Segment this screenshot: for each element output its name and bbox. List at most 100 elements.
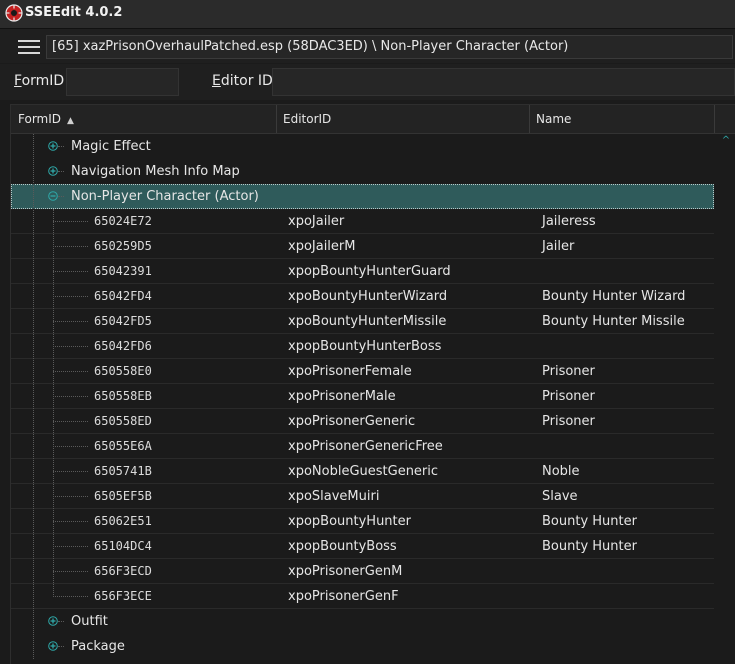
column-header-editorid-label: EditorID bbox=[283, 112, 332, 126]
tree-group-label: Magic Effect bbox=[71, 139, 151, 154]
table-row[interactable]: 656F3ECD xpoPrisonerGenM bbox=[11, 559, 714, 584]
tree-connector bbox=[53, 371, 88, 372]
expand-plus-icon[interactable] bbox=[48, 616, 58, 626]
formid-filter-input[interactable] bbox=[66, 68, 179, 96]
table-row[interactable]: 65024E72 xpoJailer Jaileress bbox=[11, 209, 714, 234]
tree-connector bbox=[53, 421, 88, 422]
record-formid: 65042FD5 bbox=[94, 314, 152, 328]
path-bar: [65] xazPrisonOverhaulPatched.esp (58DAC… bbox=[0, 29, 735, 63]
app-logo-icon bbox=[5, 4, 23, 25]
record-name: Jaileress bbox=[542, 214, 596, 229]
record-name: Jailer bbox=[542, 239, 575, 254]
table-row[interactable]: 65042FD5 xpoBountyHunterMissile Bounty Hun… bbox=[11, 309, 714, 334]
record-name: Prisoner bbox=[542, 364, 595, 379]
record-formid: 65024E72 bbox=[94, 214, 152, 228]
table-row[interactable]: 65062E51 xpopBountyHunter Bounty Hunter bbox=[11, 509, 714, 534]
collapse-minus-icon[interactable] bbox=[48, 191, 58, 201]
tree-connector bbox=[58, 621, 64, 622]
tree-connector bbox=[58, 196, 64, 197]
tree-group-row[interactable]: Navigation Mesh Info Map bbox=[11, 159, 714, 184]
record-name: Bounty Hunter bbox=[542, 539, 637, 554]
record-formid: 65042FD6 bbox=[94, 339, 152, 353]
editorid-filter-label: Editor ID bbox=[212, 73, 273, 89]
record-tree[interactable]: FormID ▲ EditorID Name ^ Magic Effect Navi… bbox=[10, 104, 735, 664]
record-name: Prisoner bbox=[542, 414, 595, 429]
tree-group-row[interactable]: Package bbox=[11, 634, 714, 659]
editorid-label-mnemonic: E bbox=[212, 73, 221, 89]
menu-line bbox=[18, 46, 40, 48]
tree-connector bbox=[53, 521, 88, 522]
tree-connector bbox=[58, 646, 64, 647]
table-row[interactable]: 65055E6A xpoPrisonerGenericFree bbox=[11, 434, 714, 459]
record-name: Noble bbox=[542, 464, 580, 479]
editorid-filter-input[interactable] bbox=[272, 68, 735, 96]
record-editorid: xpoPrisonerFemale bbox=[288, 364, 412, 379]
record-editorid: xpoSlaveMuiri bbox=[288, 489, 380, 504]
tree-connector bbox=[53, 396, 88, 397]
record-formid: 656F3ECE bbox=[94, 589, 152, 603]
tree-group-label: Package bbox=[71, 639, 125, 654]
record-editorid: xpoJailerM bbox=[288, 239, 356, 254]
tree-header: FormID ▲ EditorID Name bbox=[11, 105, 735, 134]
tree-connector bbox=[53, 546, 88, 547]
formid-label-mnemonic: F bbox=[14, 73, 22, 89]
record-formid: 6505741B bbox=[94, 464, 152, 478]
table-row[interactable]: 650558EB xpoPrisonerMale Prisoner bbox=[11, 384, 714, 409]
record-path-box: [65] xazPrisonOverhaulPatched.esp (58DAC… bbox=[46, 35, 733, 59]
table-row[interactable]: 6505741B xpoNobleGuestGeneric Noble bbox=[11, 459, 714, 484]
hamburger-menu-button[interactable] bbox=[18, 40, 40, 56]
record-editorid: xpopBountyHunterBoss bbox=[288, 339, 442, 354]
tree-connector bbox=[58, 171, 64, 172]
record-editorid: xpoBountyHunterMissile bbox=[288, 314, 447, 329]
column-header-name-label: Name bbox=[536, 112, 572, 126]
record-editorid: xpoBountyHunterWizard bbox=[288, 289, 448, 304]
column-header-formid[interactable]: FormID ▲ bbox=[11, 105, 276, 133]
record-path-text: [65] xazPrisonOverhaulPatched.esp (58DAC… bbox=[52, 39, 569, 54]
table-row[interactable]: 65042FD6 xpopBountyHunterBoss bbox=[11, 334, 714, 359]
tree-group-row[interactable]: Magic Effect bbox=[11, 134, 714, 159]
record-formid: 650558E0 bbox=[94, 364, 152, 378]
table-row[interactable]: 65042FD4 xpoBountyHunterWizard Bounty Hunt… bbox=[11, 284, 714, 309]
tree-connector bbox=[53, 246, 88, 247]
tree-connector bbox=[53, 471, 88, 472]
tree-connector bbox=[33, 134, 34, 659]
record-editorid: xpoPrisonerGenF bbox=[288, 589, 399, 604]
expand-plus-icon[interactable] bbox=[48, 166, 58, 176]
table-row[interactable]: 650259D5 xpoJailerM Jailer bbox=[11, 234, 714, 259]
column-header-editorid[interactable]: EditorID bbox=[276, 105, 529, 133]
record-name: Slave bbox=[542, 489, 578, 504]
record-formid: 6505EF5B bbox=[94, 489, 152, 503]
tree-connector bbox=[53, 496, 88, 497]
title-bar: SSEEdit 4.0.2 bbox=[0, 0, 735, 29]
tree-connector bbox=[53, 296, 88, 297]
record-editorid: xpopBountyBoss bbox=[288, 539, 397, 554]
tree-connector bbox=[53, 596, 88, 597]
tree-group-row[interactable]: Non-Player Character (Actor) bbox=[11, 184, 714, 209]
table-row[interactable]: 6505EF5B xpoSlaveMuiri Slave bbox=[11, 484, 714, 509]
table-row[interactable]: 650558E0 xpoPrisonerFemale Prisoner bbox=[11, 359, 714, 384]
column-header-formid-label: FormID bbox=[18, 112, 62, 126]
column-header-extra[interactable] bbox=[714, 105, 735, 133]
record-formid: 65042FD4 bbox=[94, 289, 152, 303]
table-row[interactable]: 65104DC4 xpopBountyBoss Bounty Hunter bbox=[11, 534, 714, 559]
record-editorid: xpopBountyHunterGuard bbox=[288, 264, 451, 279]
tree-connector bbox=[53, 321, 88, 322]
table-row[interactable]: 650558ED xpoPrisonerGeneric Prisoner bbox=[11, 409, 714, 434]
record-name: Bounty Hunter bbox=[542, 514, 637, 529]
tree-group-label: Non-Player Character (Actor) bbox=[71, 189, 259, 204]
tree-connector bbox=[53, 271, 88, 272]
sort-ascending-icon: ▲ bbox=[67, 116, 74, 126]
expand-plus-icon[interactable] bbox=[48, 641, 58, 651]
record-formid: 65055E6A bbox=[94, 439, 152, 453]
expand-plus-icon[interactable] bbox=[48, 141, 58, 151]
table-row[interactable]: 656F3ECE xpoPrisonerGenF bbox=[11, 584, 714, 609]
record-name: Bounty Hunter Wizard bbox=[542, 289, 686, 304]
record-editorid: xpoPrisonerGenM bbox=[288, 564, 403, 579]
scroll-up-arrow-icon[interactable]: ^ bbox=[720, 135, 732, 147]
column-header-name[interactable]: Name bbox=[529, 105, 714, 133]
tree-group-row[interactable]: Outfit bbox=[11, 609, 714, 634]
table-row[interactable]: 65042391 xpopBountyHunterGuard bbox=[11, 259, 714, 284]
record-formid: 650259D5 bbox=[94, 239, 152, 253]
formid-filter-label: FormID bbox=[14, 73, 64, 89]
record-editorid: xpoPrisonerGenericFree bbox=[288, 439, 443, 454]
